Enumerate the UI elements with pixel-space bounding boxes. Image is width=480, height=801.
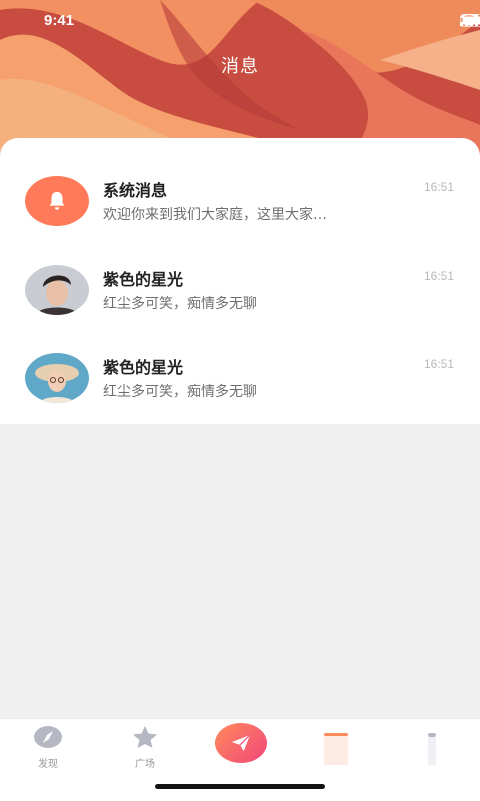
avatar (25, 265, 89, 315)
publish-button[interactable] (215, 723, 267, 763)
avatar (25, 176, 89, 226)
message-title: 紫色的星光 (103, 266, 183, 290)
user-avatar-girl-hat (25, 353, 89, 403)
message-preview: 红尘多可笑，痴情多无聊 (103, 381, 403, 401)
status-bar: 9:41 (0, 0, 480, 44)
user-avatar-boy (25, 265, 89, 315)
message-time: 16:51 (424, 357, 454, 371)
message-preview: 欢迎你来到我们大家庭，这里大家… (103, 204, 403, 224)
message-item-user[interactable]: 紫色的星光 16:51 红尘多可笑，痴情多无聊 (0, 265, 480, 353)
message-list: 系统消息 16:51 欢迎你来到我们大家庭，这里大家… 紫色的星光 16:51 … (0, 138, 480, 424)
tab-label: 发现 (18, 755, 78, 770)
message-preview: 红尘多可笑，痴情多无聊 (103, 293, 403, 313)
page-title: 消息 (0, 52, 480, 78)
message-time: 16:51 (424, 180, 454, 194)
profile-icon (417, 725, 447, 765)
message-title: 系统消息 (103, 177, 167, 201)
message-item-system[interactable]: 系统消息 16:51 欢迎你来到我们大家庭，这里大家… (0, 176, 480, 264)
tab-messages[interactable] (306, 725, 366, 769)
compass-icon (33, 725, 63, 749)
message-time: 16:51 (424, 269, 454, 283)
message-item-user[interactable]: 紫色的星光 16:51 红尘多可笑，痴情多无聊 (0, 353, 480, 441)
home-indicator (155, 784, 325, 789)
avatar (25, 353, 89, 403)
bell-icon (46, 190, 68, 212)
message-title: 紫色的星光 (103, 354, 183, 378)
battery-icon (460, 14, 480, 27)
tab-discover[interactable]: 发现 (18, 725, 78, 770)
paper-plane-icon (230, 733, 252, 753)
status-time: 9:41 (44, 12, 74, 29)
tab-square[interactable]: 广场 (115, 725, 175, 770)
tab-profile[interactable] (402, 725, 462, 769)
tab-label: 广场 (115, 755, 175, 770)
message-icon (321, 725, 351, 765)
star-icon (130, 725, 160, 749)
